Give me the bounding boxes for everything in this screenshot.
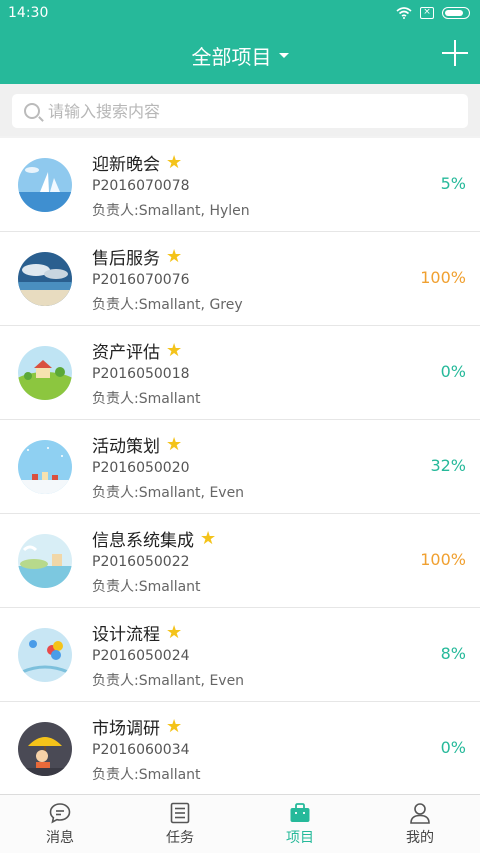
project-avatar [18, 628, 72, 682]
app-header: 14:30 × 全部项目 [0, 0, 480, 84]
project-avatar [18, 158, 72, 212]
search-bar [0, 84, 480, 136]
tab-label: 项目 [286, 830, 314, 846]
project-name: 设计流程 [92, 625, 160, 645]
project-progress: 0% [440, 738, 466, 757]
star-icon[interactable]: ★ [166, 341, 182, 360]
project-progress: 32% [430, 456, 466, 475]
add-project-button[interactable] [442, 40, 468, 66]
tab-profile[interactable]: 我的 [360, 795, 480, 853]
no-sim-icon: × [420, 7, 434, 19]
project-list-item[interactable]: 设计流程 ★ P2016050024 负责人:Smallant, Even 8% [0, 608, 480, 702]
project-name: 资产评估 [92, 343, 160, 363]
person-icon [408, 801, 432, 825]
status-bar: 14:30 × [0, 0, 480, 26]
project-list-item[interactable]: 信息系统集成 ★ P2016050022 负责人:Smallant 100% [0, 514, 480, 608]
project-code: P2016050020 [92, 460, 190, 476]
project-progress: 100% [420, 550, 466, 569]
project-avatar [18, 440, 72, 494]
project-owner: 负责人:Smallant, Even [92, 485, 245, 501]
star-icon[interactable]: ★ [166, 435, 182, 454]
project-avatar [18, 722, 72, 776]
wifi-icon [396, 7, 412, 19]
project-name: 市场调研 [92, 719, 160, 739]
project-owner: 负责人:Smallant [92, 579, 201, 595]
project-owner: 负责人:Smallant, Hylen [92, 203, 250, 219]
project-code: P2016050022 [92, 554, 190, 570]
project-list-item[interactable]: 活动策划 ★ P2016050020 负责人:Smallant, Even 32… [0, 420, 480, 514]
project-progress: 8% [440, 644, 466, 663]
tab-projects[interactable]: 项目 [240, 795, 360, 853]
bottom-tab-bar: 消息 任务 项目 我的 [0, 794, 480, 853]
tab-messages[interactable]: 消息 [0, 795, 120, 853]
caret-down-icon [278, 52, 289, 58]
project-code: P2016050024 [92, 648, 190, 664]
tab-tasks[interactable]: 任务 [120, 795, 240, 853]
tab-label: 消息 [46, 830, 74, 846]
star-icon[interactable]: ★ [200, 529, 216, 548]
project-owner: 负责人:Smallant, Even [92, 673, 245, 689]
task-list-icon [168, 801, 192, 825]
page-title: 全部项目 [191, 44, 272, 69]
project-code: P2016070078 [92, 178, 190, 194]
battery-icon [442, 7, 470, 19]
tab-label: 我的 [406, 830, 434, 846]
project-name: 迎新晚会 [92, 155, 160, 175]
project-progress: 100% [420, 268, 466, 287]
project-name: 信息系统集成 [92, 531, 194, 551]
star-icon[interactable]: ★ [166, 623, 182, 642]
star-icon[interactable]: ★ [166, 153, 182, 172]
briefcase-icon [288, 801, 312, 825]
status-time: 14:30 [8, 5, 49, 21]
project-avatar [18, 534, 72, 588]
search-icon [24, 103, 40, 119]
project-owner: 负责人:Smallant [92, 767, 201, 783]
project-name: 活动策划 [92, 437, 160, 457]
project-filter-dropdown[interactable]: 全部项目 [192, 41, 289, 70]
search-input[interactable] [48, 101, 428, 121]
star-icon[interactable]: ★ [166, 247, 182, 266]
project-list: 迎新晚会 ★ P2016070078 负责人:Smallant, Hylen 5… [0, 138, 480, 794]
project-progress: 5% [440, 174, 466, 193]
project-owner: 负责人:Smallant [92, 391, 201, 407]
tab-label: 任务 [166, 830, 194, 846]
project-avatar [18, 346, 72, 400]
project-progress: 0% [440, 362, 466, 381]
star-icon[interactable]: ★ [166, 717, 182, 736]
project-name: 售后服务 [92, 249, 160, 269]
search-box[interactable] [12, 94, 468, 128]
project-code: P2016070076 [92, 272, 190, 288]
chat-bubble-icon [48, 801, 72, 825]
project-list-item[interactable]: 资产评估 ★ P2016050018 负责人:Smallant 0% [0, 326, 480, 420]
project-code: P2016050018 [92, 366, 190, 382]
project-owner: 负责人:Smallant, Grey [92, 297, 243, 313]
project-list-item[interactable]: 市场调研 ★ P2016060034 负责人:Smallant 0% [0, 702, 480, 794]
project-code: P2016060034 [92, 742, 190, 758]
project-list-item[interactable]: 售后服务 ★ P2016070076 负责人:Smallant, Grey 10… [0, 232, 480, 326]
project-avatar [18, 252, 72, 306]
project-list-item[interactable]: 迎新晚会 ★ P2016070078 负责人:Smallant, Hylen 5… [0, 138, 480, 232]
